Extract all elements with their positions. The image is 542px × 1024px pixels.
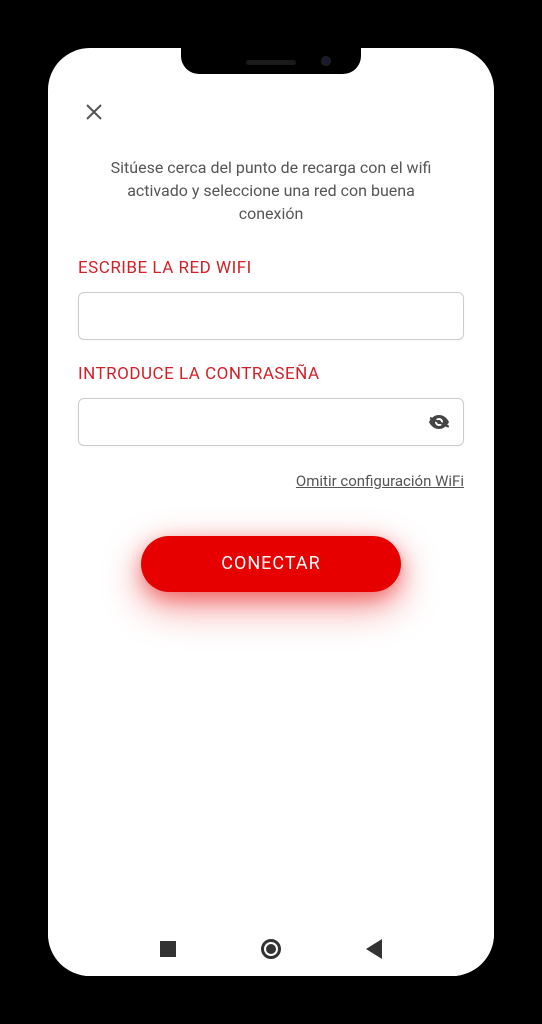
phone-frame: Sitúese cerca del punto de recarga con e…: [22, 22, 520, 1002]
wifi-label: ESCRIBE LA RED WIFI: [78, 258, 464, 278]
close-button[interactable]: [78, 96, 110, 128]
phone-power-button: [520, 292, 524, 392]
nav-recent-icon[interactable]: [160, 941, 176, 957]
nav-home-icon[interactable]: [261, 939, 281, 959]
nav-back-icon[interactable]: [366, 939, 382, 959]
wifi-input-wrap: [78, 292, 464, 340]
skip-wifi-link[interactable]: Omitir configuración WiFi: [78, 472, 464, 490]
phone-notch: [181, 48, 361, 74]
phone-speaker: [246, 60, 296, 65]
toggle-password-visibility[interactable]: [424, 407, 454, 437]
wifi-input[interactable]: [78, 292, 464, 340]
phone-volume-up: [18, 272, 22, 342]
app-screen: Sitúese cerca del punto de recarga con e…: [48, 48, 494, 976]
content-area: Sitúese cerca del punto de recarga con e…: [48, 48, 494, 922]
phone-volume-down: [18, 362, 22, 432]
password-label: INTRODUCE LA CONTRASEÑA: [78, 364, 464, 384]
close-icon: [82, 100, 106, 124]
instructions-text: Sitúese cerca del punto de recarga con e…: [78, 156, 464, 226]
connect-button[interactable]: CONECTAR: [141, 536, 401, 592]
android-nav-bar: [48, 922, 494, 976]
phone-camera: [321, 56, 331, 66]
phone-side-button: [18, 202, 22, 242]
password-input[interactable]: [78, 398, 464, 446]
password-input-wrap: [78, 398, 464, 446]
eye-off-icon: [427, 410, 451, 434]
phone-body: Sitúese cerca del punto de recarga con e…: [42, 42, 500, 982]
